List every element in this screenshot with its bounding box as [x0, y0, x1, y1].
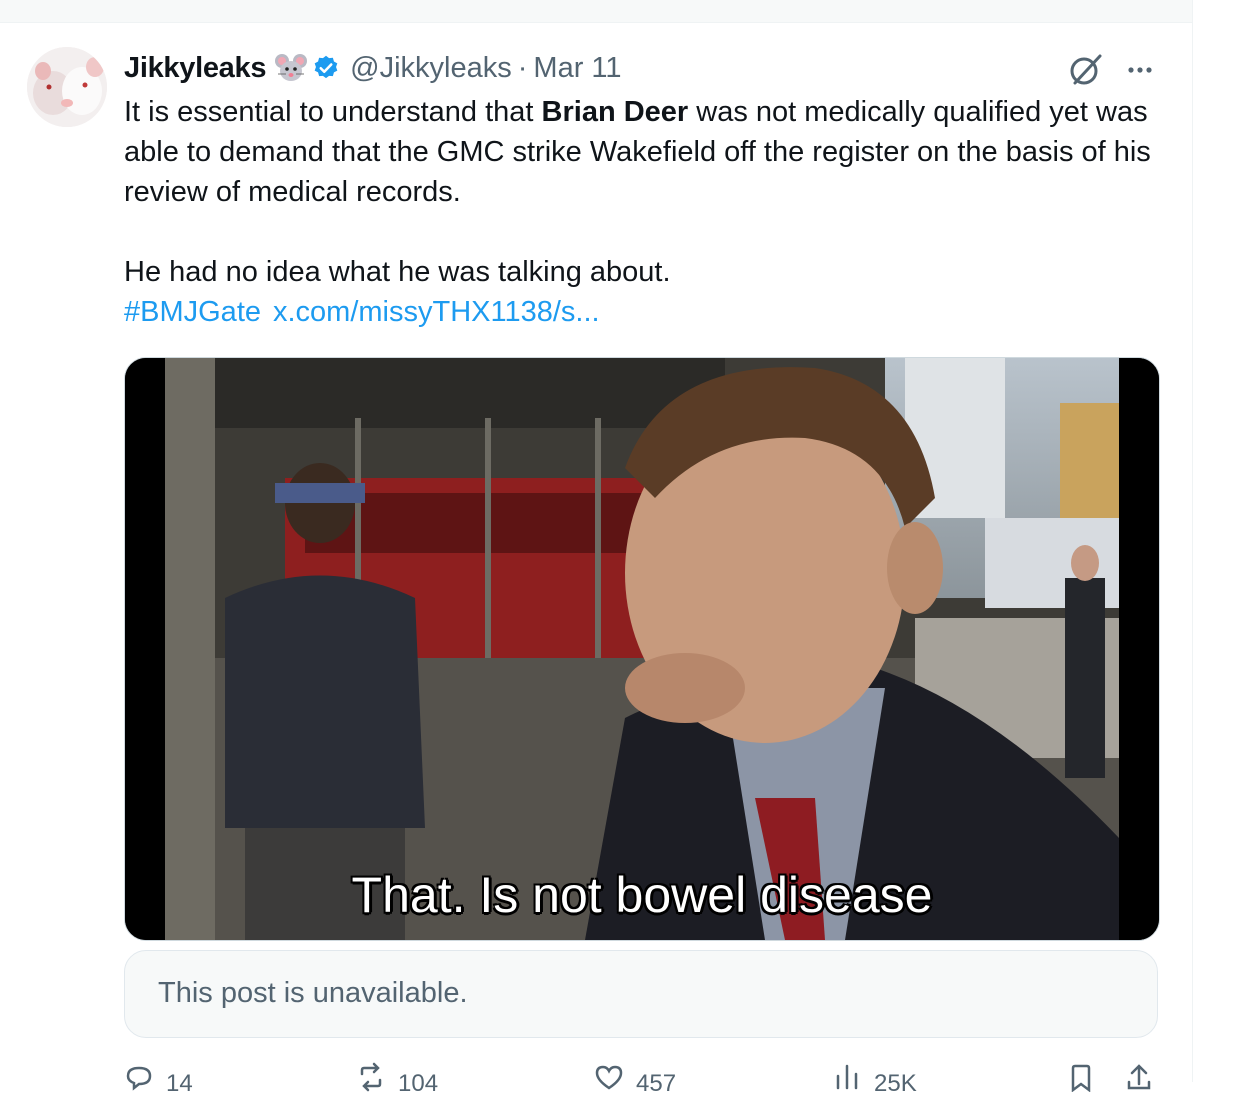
text-segment: It is essential to understand that	[124, 96, 542, 128]
views-count: 25K	[874, 1070, 917, 1097]
bold-name: Brian Deer	[541, 96, 689, 128]
tweet-links: #BMJGate x.com/missyTHX1138/s...	[124, 292, 1184, 332]
grok-icon[interactable]	[1068, 52, 1104, 88]
reply-icon	[126, 1066, 152, 1091]
bookmark-icon	[1071, 1064, 1091, 1092]
video-player[interactable]: That. Is not bowel disease	[124, 357, 1160, 941]
display-name[interactable]: Jikkyleaks	[124, 52, 266, 85]
post-date[interactable]: Mar 11	[533, 52, 621, 85]
action-bar: 14 104 457 25K	[124, 1062, 1164, 1097]
hashtag-link[interactable]: #BMJGate	[124, 296, 261, 328]
reply-count: 14	[166, 1070, 193, 1097]
avatar[interactable]	[27, 47, 107, 127]
reply-button[interactable]: 14	[124, 1062, 193, 1098]
verified-badge-icon	[312, 54, 340, 82]
separator-dot: ·	[517, 51, 528, 84]
views-icon	[836, 1064, 858, 1090]
share-button[interactable]	[1124, 1062, 1154, 1092]
repost-count: 104	[398, 1070, 439, 1097]
video-frame	[125, 358, 1159, 940]
more-icon[interactable]	[1122, 56, 1158, 84]
like-count: 457	[636, 1070, 677, 1097]
tweet-text: It is essential to understand that Brian…	[124, 92, 1184, 332]
top-band	[0, 0, 1192, 23]
right-divider	[1192, 0, 1193, 1082]
user-handle[interactable]: @Jikkyleaks	[350, 52, 512, 85]
share-icon	[1127, 1064, 1151, 1090]
video-subtitle: That. Is not bowel disease	[351, 867, 933, 923]
unavailable-text: This post is unavailable.	[158, 977, 468, 1009]
tweet-header: Jikkyleaks @Jikkyleaks · Mar 11	[124, 48, 622, 88]
tweet-paragraph-2: He had no idea what he was talking about…	[124, 256, 671, 288]
repost-button[interactable]: 104	[356, 1062, 438, 1098]
mouse-emoji-icon	[274, 52, 308, 84]
url-link[interactable]: x.com/missyTHX1138/s...	[273, 296, 600, 328]
tweet-paragraph-1: It is essential to understand that Brian…	[124, 92, 1184, 212]
quoted-post-unavailable: This post is unavailable.	[124, 950, 1158, 1038]
repost-icon	[360, 1062, 382, 1092]
heart-icon	[595, 1065, 623, 1090]
bookmark-button[interactable]	[1066, 1062, 1096, 1092]
views-button[interactable]: 25K	[832, 1062, 917, 1098]
like-button[interactable]: 457	[594, 1062, 676, 1098]
